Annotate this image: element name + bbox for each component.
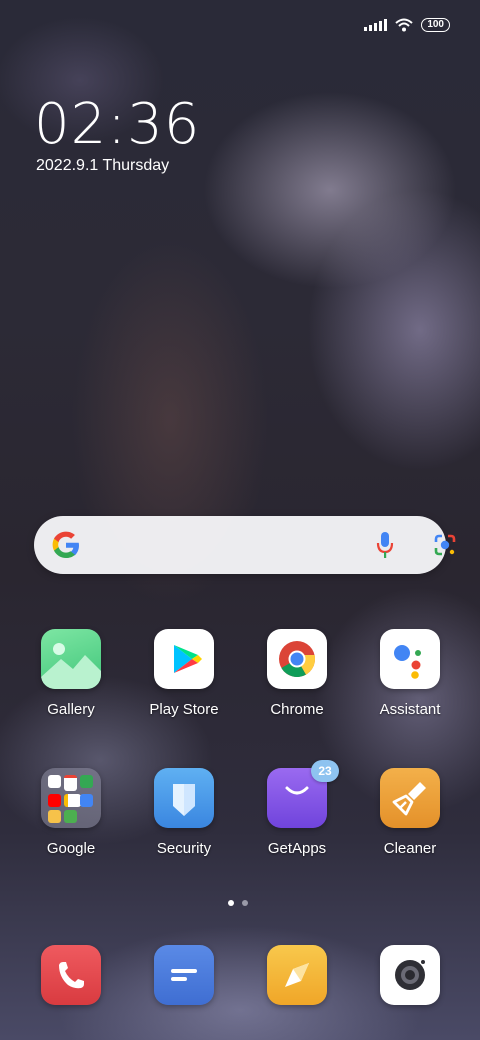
app-label: Chrome bbox=[270, 701, 324, 718]
status-bar: 100 bbox=[364, 18, 450, 32]
microphone-icon[interactable] bbox=[376, 531, 394, 559]
app-cleaner[interactable]: Cleaner bbox=[360, 768, 460, 857]
app-play-store[interactable]: Play Store bbox=[134, 629, 234, 718]
dock-messages[interactable] bbox=[134, 945, 234, 1005]
messages-icon bbox=[154, 945, 214, 1005]
app-chrome[interactable]: Chrome bbox=[247, 629, 347, 718]
google-logo-icon bbox=[52, 531, 79, 558]
app-label: GetApps bbox=[267, 840, 327, 857]
notification-badge: 23 bbox=[311, 760, 339, 782]
clock-date[interactable]: 2022.9.1 Thursday bbox=[36, 157, 169, 175]
battery-indicator: 100 bbox=[421, 18, 450, 32]
dock-camera[interactable] bbox=[360, 945, 460, 1005]
google-lens-icon[interactable] bbox=[432, 533, 458, 557]
app-label: Security bbox=[156, 840, 212, 857]
clock-time[interactable]: 02:36 bbox=[34, 92, 200, 157]
phone-icon bbox=[41, 945, 101, 1005]
app-label: Google bbox=[46, 840, 96, 857]
page-indicator[interactable] bbox=[228, 900, 248, 906]
app-security[interactable]: Security bbox=[134, 768, 234, 857]
dock-phone[interactable] bbox=[21, 945, 121, 1005]
dock-browser[interactable] bbox=[247, 945, 347, 1005]
google-search-bar[interactable] bbox=[34, 516, 456, 574]
app-gallery[interactable]: Gallery bbox=[21, 629, 121, 718]
app-label: Gallery bbox=[47, 701, 95, 718]
signal-icon bbox=[364, 19, 388, 31]
play-store-icon bbox=[154, 629, 214, 689]
google-folder-icon bbox=[41, 768, 101, 828]
app-assistant[interactable]: Assistant bbox=[360, 629, 460, 718]
wifi-icon bbox=[395, 18, 413, 32]
app-getapps[interactable]: 23 GetApps bbox=[247, 760, 347, 857]
chrome-icon bbox=[267, 629, 327, 689]
cleaner-brush-icon bbox=[380, 768, 440, 828]
page-dot bbox=[242, 900, 248, 906]
app-label: Play Store bbox=[149, 701, 219, 718]
page-dot-active bbox=[228, 900, 234, 906]
browser-compass-icon bbox=[267, 945, 327, 1005]
app-folder-google[interactable]: Google bbox=[21, 768, 121, 857]
app-label: Assistant bbox=[379, 701, 441, 718]
camera-icon bbox=[380, 945, 440, 1005]
assistant-icon bbox=[380, 629, 440, 689]
app-label: Cleaner bbox=[383, 840, 437, 857]
gallery-icon bbox=[41, 629, 101, 689]
security-shield-icon bbox=[154, 768, 214, 828]
